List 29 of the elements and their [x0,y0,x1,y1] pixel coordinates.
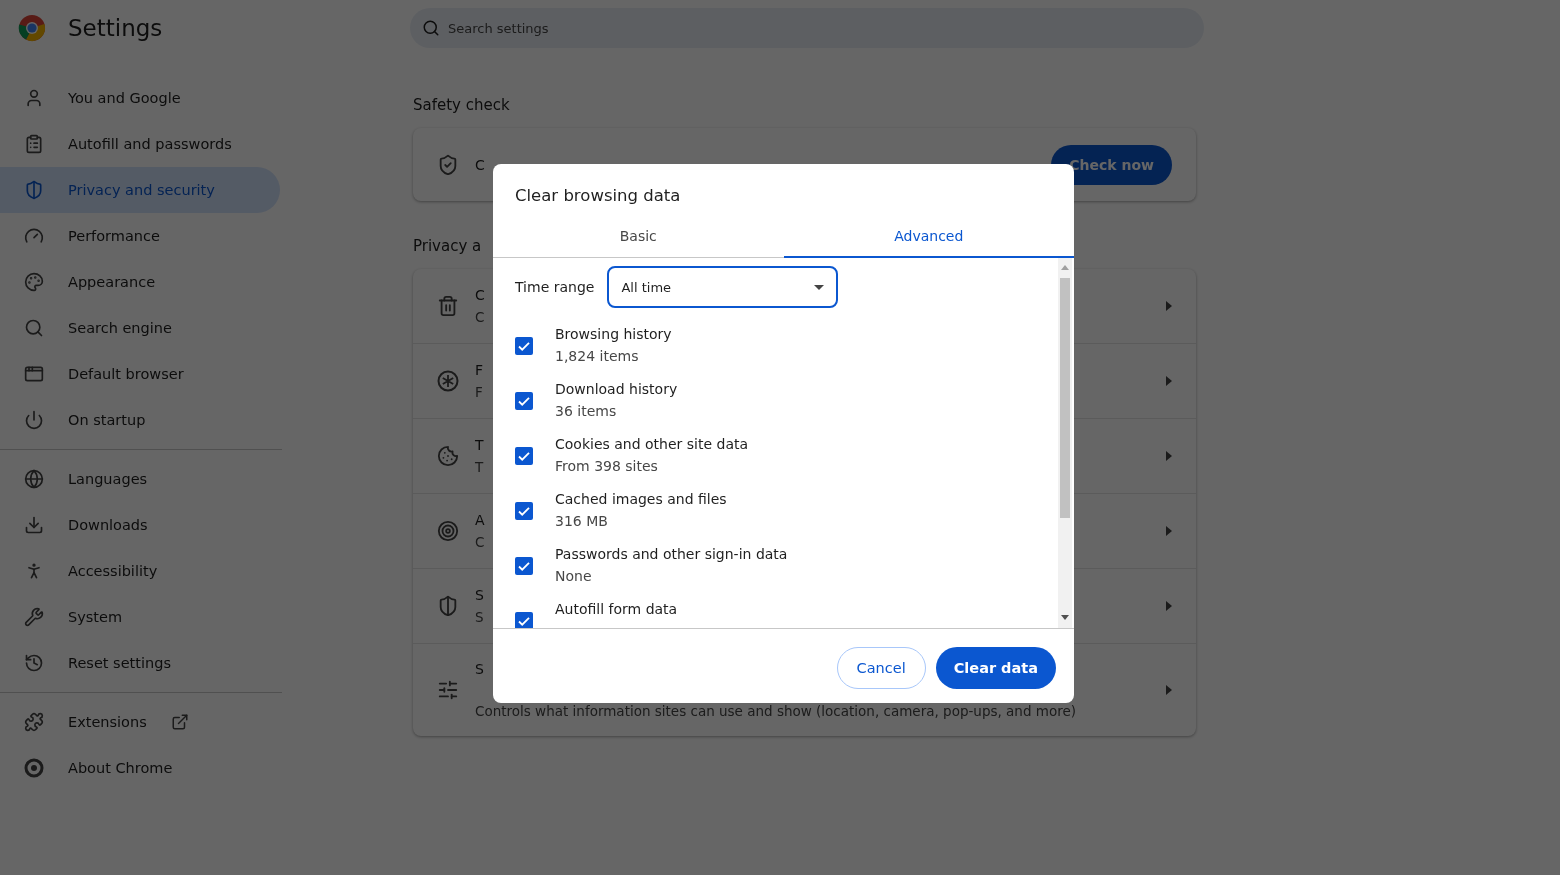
item-detail: 1,824 items [555,348,640,364]
page-title: Settings [68,15,163,41]
checkbox-label: Autofill form data [555,601,678,617]
row-title: C [475,287,485,303]
row-description: F [475,384,483,400]
checkbox-label: Passwords and other sign-in data [555,546,788,562]
checkbox-label: Download history [555,381,678,397]
item-detail: 316 MB [555,513,609,529]
section-heading: Privacy a [413,237,482,255]
item-detail: None [555,568,593,584]
row-title: C [475,156,485,173]
row-title: S [475,661,484,677]
row-title: A [475,512,485,528]
checkbox-label: Cookies and other site data [555,436,749,452]
row-description: T [475,459,484,475]
dialog-title: Clear browsing data [514,185,682,207]
item-detail: From 398 sites [555,458,659,474]
row-description: C [475,309,485,325]
row-description: C [475,534,485,550]
field-label: Time range [515,279,595,295]
section-heading: Safety check [413,96,510,114]
row-title: S [475,587,484,603]
row-description: Controls what information sites can use and show (location, camera, pop-ups, and more) [475,703,1076,719]
item-detail: 36 items [555,403,618,419]
checkbox-label: Browsing history [555,326,672,342]
row-description: S [475,609,484,625]
row-title: F [475,362,484,378]
checkbox-label: Cached images and files [555,491,727,507]
row-title: T [475,437,484,453]
